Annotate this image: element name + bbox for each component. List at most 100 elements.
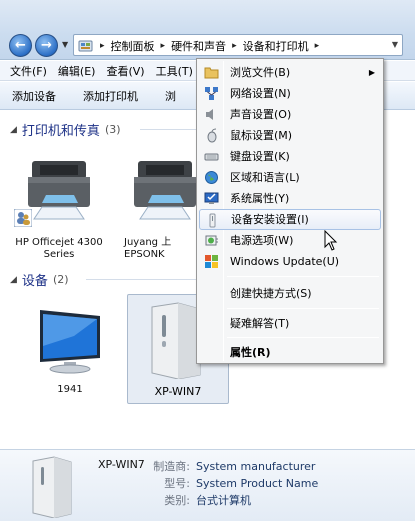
menu-tools[interactable]: 工具(T) [156, 63, 193, 79]
menu-item-sound-settings[interactable]: 声音设置(O) [199, 104, 381, 125]
group-title: 设备 [21, 274, 48, 289]
keyboard-icon [204, 153, 219, 161]
toolbar-button-partial[interactable]: 浏 [165, 88, 176, 104]
add-printer-button[interactable]: 添加打印机 [83, 88, 138, 104]
detail-label: 型号: [164, 477, 190, 490]
device-label: HP Officejet 4300 [15, 237, 103, 248]
detail-value: System Product Name [196, 477, 319, 490]
printer-icon [134, 161, 196, 220]
chevron-right-icon[interactable]: ▸ [315, 41, 320, 51]
menu-item-label: 键盘设置(K) [230, 150, 290, 163]
group-count: (2) [52, 273, 69, 286]
group-divider [140, 129, 200, 130]
back-arrow-icon: ← [15, 38, 26, 53]
chevron-right-icon[interactable]: ▸ [232, 41, 237, 51]
menu-item-power-options[interactable]: 电源选项(W) [199, 230, 381, 251]
detail-value: System manufacturer [196, 460, 316, 473]
detail-category: 类别: 台式计算机 [148, 492, 251, 508]
device-label: Series [43, 249, 75, 260]
device-label: Juyang 上 [124, 237, 172, 248]
back-button[interactable]: ← [9, 34, 32, 57]
power-icon [205, 235, 218, 246]
folder-icon [204, 67, 219, 79]
printer-icon [28, 161, 90, 220]
devices-group-header[interactable]: ◢ 设备 (2) [10, 270, 69, 289]
forward-button[interactable]: → [35, 34, 58, 57]
menu-file[interactable]: 文件(F) [10, 63, 47, 79]
menu-separator [227, 308, 379, 309]
device-icon [209, 213, 216, 228]
group-divider [86, 279, 200, 280]
system-icon [204, 192, 219, 204]
device-label: XP-WIN7 [154, 385, 202, 398]
breadcrumb-item-control-panel[interactable]: 控制面板 [111, 38, 155, 54]
globe-icon [205, 171, 218, 184]
detail-value: 台式计算机 [196, 494, 251, 507]
chevron-down-icon[interactable]: ▼ [392, 40, 398, 49]
mouse-pointer-icon [324, 230, 338, 251]
menu-item-network-settings[interactable]: 网络设置(N) [199, 83, 381, 104]
control-panel-icon [78, 40, 93, 52]
chevron-right-icon: ▸ [100, 41, 105, 51]
menu-item-label: 浏览文件(B) [230, 66, 291, 79]
menu-item-browse-files[interactable]: 浏览文件(B) ▶ [199, 62, 381, 83]
menu-item-keyboard-settings[interactable]: 键盘设置(K) [199, 146, 381, 167]
breadcrumb[interactable]: ▸ 控制面板 ▸ 硬件和声音 ▸ 设备和打印机 ▸ ▼ [73, 34, 403, 56]
breadcrumb-item-devices-printers[interactable]: 设备和打印机 [243, 38, 309, 54]
device-label: EPSONK [124, 249, 165, 260]
menu-item-label: 疑难解答(T) [230, 317, 290, 330]
recent-pages-dropdown-icon[interactable]: ▼ [62, 40, 68, 49]
forward-arrow-icon: → [41, 38, 52, 53]
menu-item-label: 区域和语言(L) [230, 171, 300, 184]
menu-item-label: 设备安装设置(I) [231, 213, 309, 226]
shared-users-icon [14, 209, 32, 227]
menu-item-label: 电源选项(W) [230, 234, 294, 247]
menu-separator [227, 276, 379, 277]
mouse-icon [207, 128, 217, 143]
computer-tower-icon [32, 456, 72, 518]
menu-item-label: 系统属性(Y) [230, 192, 290, 205]
selected-device-name: XP-WIN7 [98, 458, 145, 471]
group-title: 打印机和传真 [21, 124, 100, 139]
network-icon [205, 87, 218, 100]
menu-item-create-shortcut[interactable]: 创建快捷方式(S) [199, 283, 381, 304]
speaker-icon [206, 109, 213, 120]
menu-item-label: 鼠标设置(M) [230, 129, 293, 142]
collapse-arrow-icon[interactable]: ◢ [10, 125, 17, 135]
windows-update-icon [205, 255, 218, 268]
menu-item-troubleshoot[interactable]: 疑难解答(T) [199, 313, 381, 334]
menu-edit[interactable]: 编辑(E) [58, 63, 96, 79]
menu-item-label: Windows Update(U) [230, 255, 340, 268]
menu-item-label: 声音设置(O) [230, 108, 292, 121]
menu-item-properties[interactable]: 属性(R) [199, 342, 381, 363]
menu-item-label: 网络设置(N) [230, 87, 291, 100]
detail-label: 制造商: [153, 460, 190, 473]
printer-epson[interactable]: Juyang 上 EPSONK [122, 151, 197, 261]
menu-item-region-language[interactable]: 区域和语言(L) [199, 167, 381, 188]
menu-item-label: 属性(R) [230, 346, 271, 359]
device-label: 1941 [57, 384, 83, 395]
menu-item-mouse-settings[interactable]: 鼠标设置(M) [199, 125, 381, 146]
detail-manufacturer: 制造商: System manufacturer [148, 458, 315, 474]
detail-model: 型号: System Product Name [148, 475, 318, 491]
details-pane: XP-WIN7 制造商: System manufacturer 型号: Syste… [0, 449, 415, 521]
printer-hp-officejet[interactable]: HP Officejet 4300 Series [14, 151, 104, 261]
add-device-button[interactable]: 添加设备 [12, 88, 56, 104]
monitor-icon [40, 310, 100, 374]
collapse-arrow-icon[interactable]: ◢ [10, 275, 17, 285]
address-bar: ← → ▼ ▸ 控制面板 ▸ 硬件和声音 ▸ 设备和打印机 ▸ ▼ [0, 0, 415, 60]
group-count: (3) [104, 123, 121, 136]
chevron-right-icon[interactable]: ▸ [161, 41, 166, 51]
menu-item-label: 创建快捷方式(S) [230, 287, 312, 300]
detail-label: 类别: [164, 494, 190, 507]
menu-view[interactable]: 查看(V) [106, 63, 144, 79]
menu-item-system-properties[interactable]: 系统属性(Y) [199, 188, 381, 209]
menu-item-device-installation-settings[interactable]: 设备安装设置(I) [199, 209, 381, 230]
context-menu: 浏览文件(B) ▶ 网络设置(N) 声音设置(O) 鼠标设置(M) 键盘设置(K… [196, 58, 384, 364]
printers-group-header[interactable]: ◢ 打印机和传真 (3) [10, 120, 121, 139]
menu-item-windows-update[interactable]: Windows Update(U) [199, 251, 381, 272]
device-monitor-1941[interactable]: 1941 [30, 306, 110, 401]
breadcrumb-item-hardware-sound[interactable]: 硬件和声音 [171, 38, 226, 54]
submenu-arrow-icon: ▶ [368, 68, 375, 77]
menu-separator [227, 337, 379, 338]
